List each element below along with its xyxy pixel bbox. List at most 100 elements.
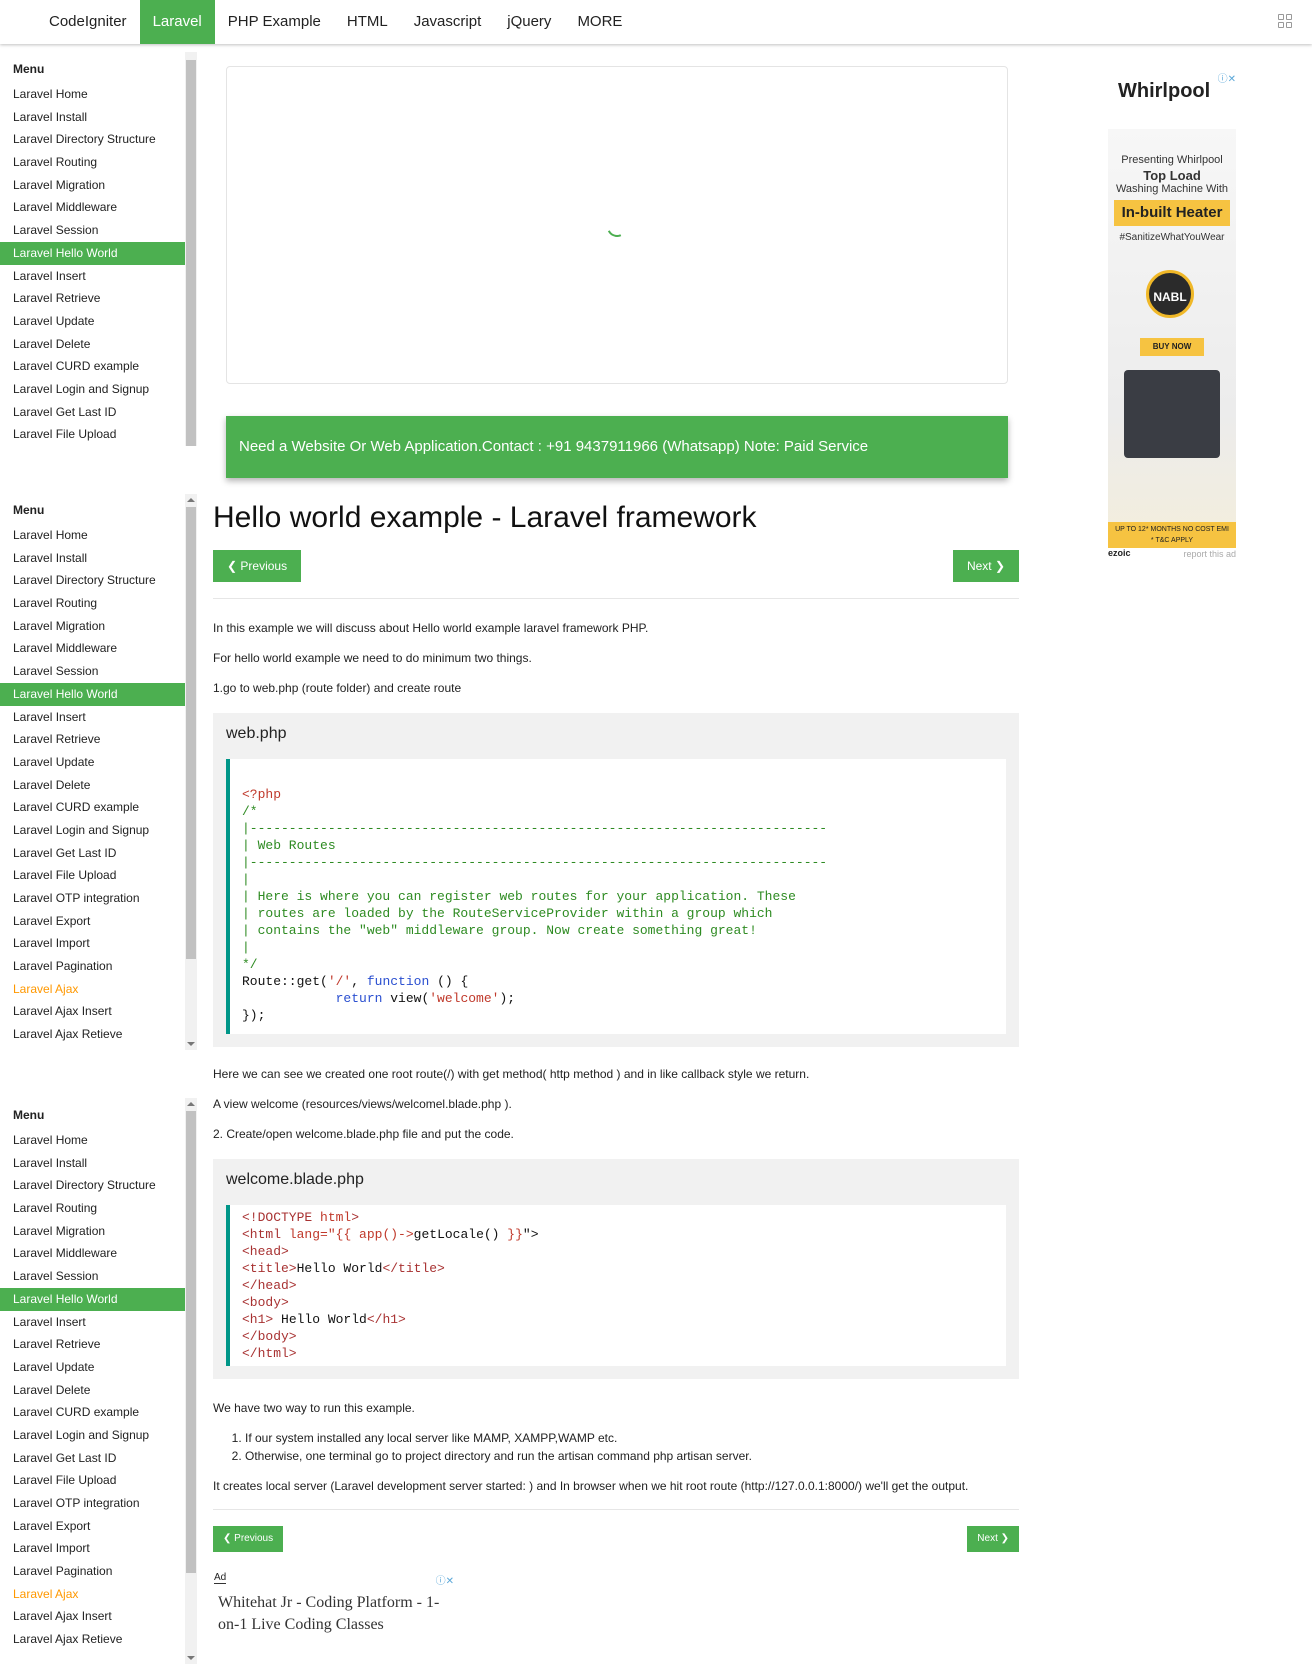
sidebar-item[interactable]: Laravel Directory Structure — [0, 128, 185, 151]
sidebar-item[interactable]: Laravel Routing — [0, 1197, 185, 1220]
sidebar-item[interactable]: Laravel Home — [0, 524, 185, 547]
sidebar-item[interactable]: Laravel Install — [0, 547, 185, 570]
scroll-down-arrow-icon[interactable] — [187, 1042, 195, 1046]
sidebar-item[interactable]: Laravel Ajax Retieve — [0, 1628, 185, 1651]
sidebar-item[interactable]: Laravel Delete — [0, 1379, 185, 1402]
sidebar-item[interactable]: Laravel Routing — [0, 592, 185, 615]
sidebar-item[interactable]: Laravel Login and Signup — [0, 1424, 185, 1447]
sidebar-item[interactable]: Laravel File Upload — [0, 1469, 185, 1492]
sidebar-item[interactable]: Laravel Export — [0, 910, 185, 933]
sidebar-item[interactable]: Laravel Update — [0, 310, 185, 333]
sidebar-item[interactable]: Laravel Import — [0, 932, 185, 955]
sidebar-item[interactable]: Laravel Middleware — [0, 196, 185, 219]
sidebar-item[interactable]: Laravel Session — [0, 1265, 185, 1288]
sidebar-item[interactable]: Laravel Session — [0, 219, 185, 242]
ad-choices-icon[interactable]: ⓘ✕ — [436, 1572, 454, 1587]
ad-headline[interactable]: Whitehat Jr - Coding Platform - 1-on-1 L… — [218, 1592, 448, 1636]
next-button[interactable]: Next ❯ — [952, 550, 1019, 582]
sidebar-scrollbar[interactable] — [185, 1098, 197, 1664]
sidebar-item[interactable]: Laravel OTP integration — [0, 1492, 185, 1515]
scroll-up-arrow-icon[interactable] — [187, 1102, 195, 1106]
code-title: web.php — [226, 725, 287, 742]
sidebar-item[interactable]: Laravel Update — [0, 751, 185, 774]
sidebar-scrollbar[interactable] — [185, 494, 197, 1050]
sidebar-item[interactable]: Laravel Session — [0, 660, 185, 683]
nav-codeigniter[interactable]: CodeIgniter — [36, 0, 140, 44]
sidebar-scrollbar[interactable] — [185, 52, 197, 446]
sidebar-item[interactable]: Laravel Delete — [0, 333, 185, 356]
code-content[interactable]: <!DOCTYPE html> <html lang="{{ app()->ge… — [226, 1205, 1006, 1366]
sidebar-item[interactable]: Laravel Home — [0, 83, 185, 106]
nav-laravel[interactable]: Laravel — [139, 0, 215, 44]
sidebar-item[interactable]: Laravel Import — [0, 1537, 185, 1560]
nav-php-example[interactable]: PHP Example — [215, 0, 334, 44]
sidebar-item[interactable]: Laravel Migration — [0, 615, 185, 638]
report-ad-link[interactable]: report this ad — [1183, 549, 1236, 559]
scroll-down-arrow-icon[interactable] — [187, 1656, 195, 1660]
sidebar-item[interactable]: Laravel Retrieve — [0, 1333, 185, 1356]
sidebar-item[interactable]: Laravel Middleware — [0, 637, 185, 660]
code-block-web-php: web.php <?php /* |----------------------… — [213, 713, 1019, 1047]
nav-jquery[interactable]: jQuery — [494, 0, 564, 44]
sidebar-item[interactable]: Laravel Insert — [0, 1311, 185, 1334]
sidebar-item[interactable]: Laravel Pagination — [0, 1560, 185, 1583]
sidebar-item[interactable]: Laravel Home — [0, 1129, 185, 1152]
sidebar-item[interactable]: Laravel Ajax — [0, 1583, 185, 1606]
sidebar-item[interactable]: Laravel Ajax — [0, 978, 185, 1001]
scroll-thumb[interactable] — [186, 60, 196, 446]
sidebar-item[interactable]: Laravel Middleware — [0, 1242, 185, 1265]
sidebar-menu-2: Menu Laravel Home Laravel Install Laravel … — [0, 494, 200, 1050]
sidebar-item[interactable]: Laravel Install — [0, 106, 185, 129]
sidebar-item[interactable]: Laravel Migration — [0, 1220, 185, 1243]
sidebar-item[interactable]: Laravel Delete — [0, 774, 185, 797]
sidebar-item[interactable]: Laravel Directory Structure — [0, 569, 185, 592]
scroll-thumb[interactable] — [186, 1111, 196, 1573]
sidebar-item[interactable]: Laravel Hello World — [0, 241, 185, 265]
sidebar-item[interactable]: Laravel Get Last ID — [0, 401, 185, 424]
sidebar-item[interactable]: Laravel Get Last ID — [0, 842, 185, 865]
sidebar-item[interactable]: Laravel Insert — [0, 706, 185, 729]
sidebar-item[interactable]: Laravel Hello World — [0, 682, 185, 706]
sidebar-item[interactable]: Laravel Ajax Retieve — [0, 1023, 185, 1046]
sidebar-item[interactable]: Laravel Ajax Insert — [0, 1605, 185, 1628]
scroll-thumb[interactable] — [186, 507, 196, 959]
sidebar-item[interactable]: Laravel Retrieve — [0, 287, 185, 310]
ad-choices-icon[interactable]: ⓘ✕ — [1218, 70, 1236, 85]
sidebar-item[interactable]: Laravel Install — [0, 1152, 185, 1175]
sidebar-item[interactable]: Laravel Login and Signup — [0, 819, 185, 842]
sidebar-item[interactable]: Laravel Ajax Insert — [0, 1000, 185, 1023]
sidebar-item[interactable]: Laravel CURD example — [0, 1401, 185, 1424]
sidebar-item[interactable]: Laravel Directory Structure — [0, 1174, 185, 1197]
sidebar-item[interactable]: Laravel Login and Signup — [0, 378, 185, 401]
scroll-up-arrow-icon[interactable] — [187, 498, 195, 502]
sidebar-item[interactable]: Laravel File Upload — [0, 423, 185, 446]
sidebar-item[interactable]: Laravel Export — [0, 1515, 185, 1538]
next-button-bottom[interactable]: Next ❯ — [967, 1526, 1019, 1552]
nav-more[interactable]: MORE — [564, 0, 635, 44]
previous-button-bottom[interactable]: ❮ Previous — [213, 1526, 284, 1552]
sidebar-item[interactable]: Laravel CURD example — [0, 355, 185, 378]
sidebar-item[interactable]: Laravel Update — [0, 1356, 185, 1379]
sidebar-item[interactable]: Laravel Get Last ID — [0, 1447, 185, 1470]
nav-html[interactable]: HTML — [334, 0, 401, 44]
sidebar-heading: Menu — [13, 1108, 45, 1122]
sidebar-item[interactable]: Laravel Migration — [0, 174, 185, 197]
paragraph: We have two way to run this example. — [213, 1401, 415, 1415]
code-content[interactable]: <?php /* |------------------------------… — [226, 759, 1006, 1034]
sidebar-item[interactable]: Laravel Retrieve — [0, 728, 185, 751]
apps-grid-icon[interactable] — [1278, 14, 1292, 28]
sidebar-menu-3: Menu Laravel Home Laravel Install Laravel … — [0, 1098, 200, 1664]
contact-banner[interactable]: Need a Website Or Web Application.Contac… — [226, 416, 1008, 478]
right-sidebar-ad[interactable]: Whirlpool ⓘ✕ Presenting Whirlpool Top Lo… — [1108, 70, 1236, 562]
previous-button[interactable]: ❮ Previous — [213, 550, 302, 582]
sidebar-item[interactable]: Laravel Routing — [0, 151, 185, 174]
nav-javascript[interactable]: Javascript — [401, 0, 495, 44]
buy-now-button[interactable]: BUY NOW — [1140, 338, 1204, 356]
sidebar-item[interactable]: Laravel File Upload — [0, 864, 185, 887]
sidebar-item[interactable]: Laravel CURD example — [0, 796, 185, 819]
sidebar-item[interactable]: Laravel Pagination — [0, 955, 185, 978]
sidebar-item[interactable]: Laravel OTP integration — [0, 887, 185, 910]
bottom-ad[interactable]: Ad ⓘ✕ Whitehat Jr - Coding Platform - 1-… — [214, 1572, 454, 1642]
sidebar-item[interactable]: Laravel Hello World — [0, 1287, 185, 1311]
sidebar-item[interactable]: Laravel Insert — [0, 265, 185, 288]
